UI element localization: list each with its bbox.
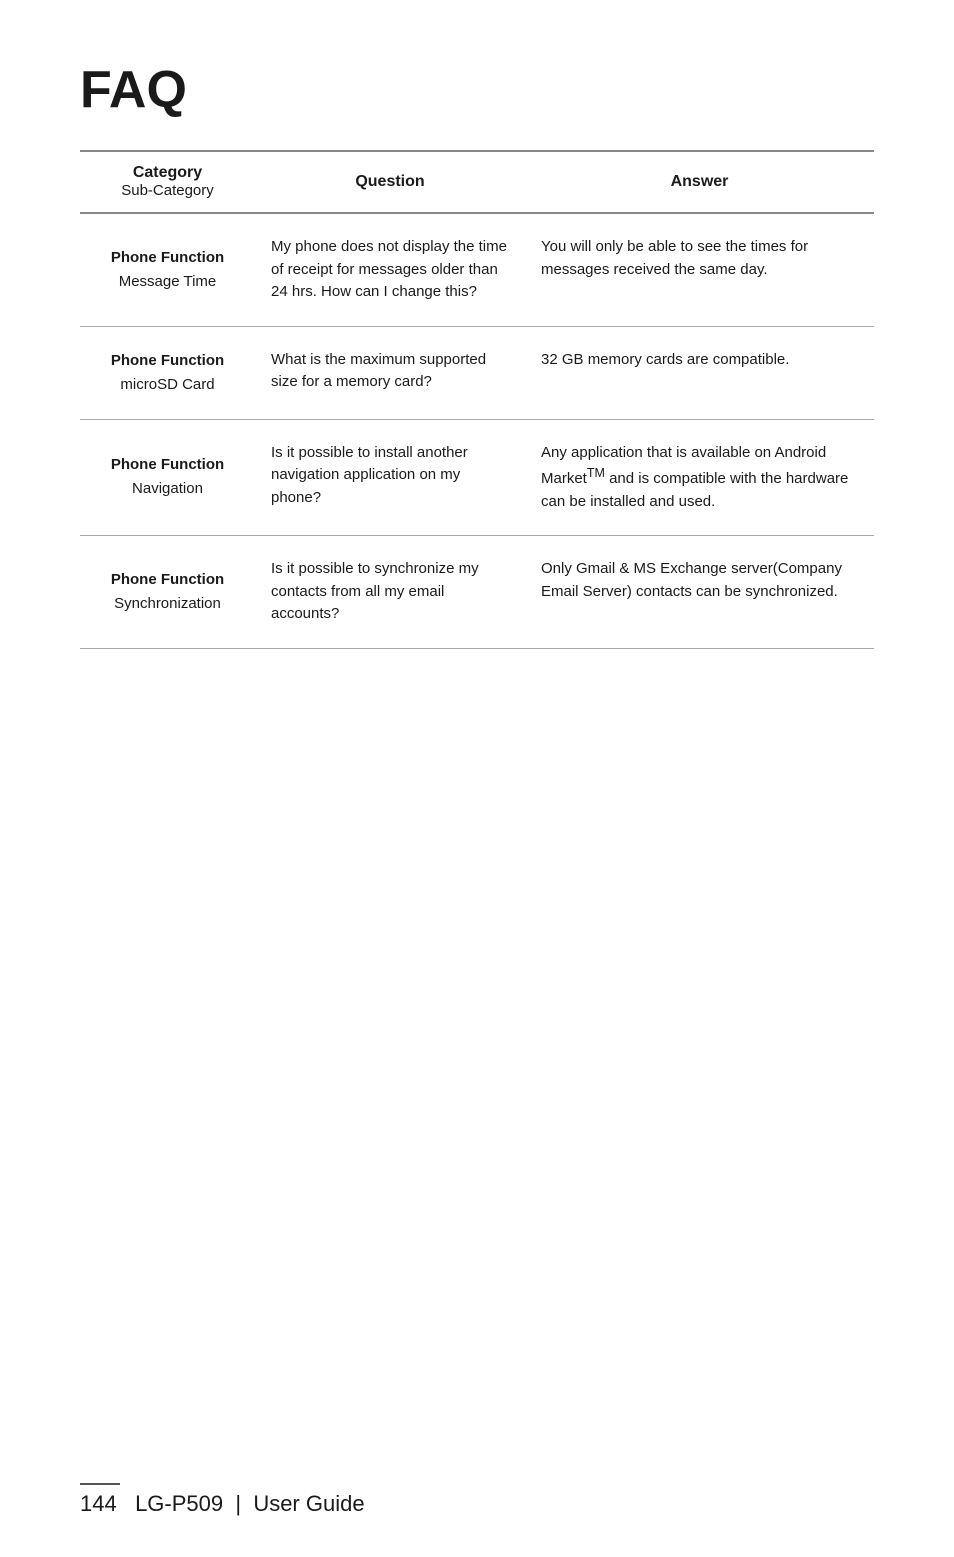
page-title: FAQ bbox=[80, 60, 874, 120]
footer-separator: | bbox=[235, 1491, 241, 1516]
cat-main: Phone Function bbox=[96, 246, 239, 270]
cell-question-2: Is it possible to install another naviga… bbox=[255, 419, 525, 536]
cat-sub: Synchronization bbox=[96, 592, 239, 616]
footer-line bbox=[80, 1483, 120, 1485]
cell-answer-3: Only Gmail & MS Exchange server(Company … bbox=[525, 536, 874, 649]
cell-category-1: Phone FunctionmicroSD Card bbox=[80, 326, 255, 419]
cat-main: Phone Function bbox=[96, 568, 239, 592]
table-row: Phone FunctionmicroSD CardWhat is the ma… bbox=[80, 326, 874, 419]
cat-sub: microSD Card bbox=[96, 373, 239, 397]
table-row: Phone FunctionSynchronizationIs it possi… bbox=[80, 536, 874, 649]
cell-category-2: Phone FunctionNavigation bbox=[80, 419, 255, 536]
header-category: Category Sub-Category bbox=[80, 151, 255, 213]
cell-category-0: Phone FunctionMessage Time bbox=[80, 213, 255, 326]
device-name: LG-P509 bbox=[135, 1491, 223, 1516]
cat-main: Phone Function bbox=[96, 349, 239, 373]
footer: 144 LG-P509 | User Guide bbox=[80, 1483, 874, 1517]
guide-label: User Guide bbox=[253, 1491, 364, 1516]
page-number: 144 bbox=[80, 1491, 117, 1516]
faq-table: Category Sub-Category Question Answer Ph… bbox=[80, 150, 874, 649]
header-question: Question bbox=[255, 151, 525, 213]
header-answer: Answer bbox=[525, 151, 874, 213]
cat-sub: Navigation bbox=[96, 477, 239, 501]
cat-main: Phone Function bbox=[96, 453, 239, 477]
cell-answer-0: You will only be able to see the times f… bbox=[525, 213, 874, 326]
cell-question-0: My phone does not display the time of re… bbox=[255, 213, 525, 326]
cell-category-3: Phone FunctionSynchronization bbox=[80, 536, 255, 649]
table-row: Phone FunctionMessage TimeMy phone does … bbox=[80, 213, 874, 326]
cell-question-3: Is it possible to synchronize my contact… bbox=[255, 536, 525, 649]
cell-question-1: What is the maximum supported size for a… bbox=[255, 326, 525, 419]
cat-sub: Message Time bbox=[96, 270, 239, 294]
cell-answer-1: 32 GB memory cards are compatible. bbox=[525, 326, 874, 419]
table-row: Phone FunctionNavigationIs it possible t… bbox=[80, 419, 874, 536]
cell-answer-2: Any application that is available on And… bbox=[525, 419, 874, 536]
footer-text: 144 LG-P509 | User Guide bbox=[80, 1491, 365, 1517]
